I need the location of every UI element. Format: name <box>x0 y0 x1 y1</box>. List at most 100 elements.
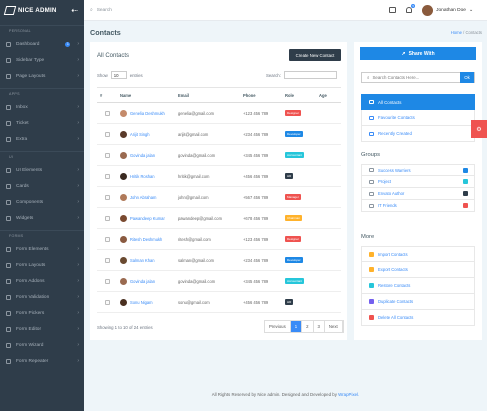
contact-name-text: Govinda jalan <box>130 152 156 158</box>
form-pickers-icon <box>6 310 11 316</box>
bell-icon[interactable]: 5 <box>406 4 416 13</box>
contact-name-text: Sonu Nigam <box>130 299 153 305</box>
row-checkbox[interactable] <box>105 131 110 137</box>
filter-recently-created[interactable]: Recently Created <box>361 126 475 142</box>
entries-select[interactable]: 10 <box>110 71 127 79</box>
table-row[interactable]: Sonu Nigam sonu@gmail.com +456 456 789 HR <box>97 291 341 313</box>
search-ok-button[interactable]: Ok <box>460 72 474 83</box>
contact-name[interactable]: Govinda jalan <box>120 151 175 159</box>
breadcrumb-current: Contacts <box>465 29 482 35</box>
contact-search-input[interactable]: ⌕ Search Contacts Here... <box>362 75 460 80</box>
table-row[interactable]: Govinda jalan govinda@gmail.com +345 456 7… <box>97 144 341 166</box>
group-it-friends[interactable]: IT Friends <box>361 200 475 212</box>
row-checkbox[interactable] <box>105 215 110 221</box>
sidebar-item-cards[interactable]: Cards › <box>0 178 84 194</box>
column-header-name[interactable]: Name <box>117 87 175 103</box>
pagination-prev[interactable]: Previous <box>265 321 291 332</box>
sidebar-item-label: Extra <box>16 136 28 142</box>
user-menu[interactable]: Jonathan Doe ⌄ <box>422 4 473 16</box>
sidebar-type-icon <box>6 57 11 63</box>
column-header-email[interactable]: Email <box>175 87 240 103</box>
more-delete-all-contacts[interactable]: Delete All Contacts <box>361 310 475 326</box>
sidebar-item-form-layouts[interactable]: Form Layouts › <box>0 257 84 273</box>
sidebar-item-form-repeater[interactable]: Form Repeater › <box>0 353 84 369</box>
contact-name[interactable]: Ritesh Deshmukh <box>120 235 175 243</box>
contact-name[interactable]: Govinda jalan <box>120 277 175 285</box>
age-cell <box>316 102 341 124</box>
column-header-role[interactable]: Role <box>282 87 316 103</box>
sidebar-item-ticket[interactable]: Ticket › <box>0 115 84 131</box>
sidebar-item-form-validation[interactable]: Form Validation › <box>0 289 84 305</box>
avatar <box>120 256 127 264</box>
row-checkbox[interactable] <box>105 194 110 200</box>
breadcrumb-home[interactable]: Home <box>451 30 462 35</box>
table-row[interactable]: Arijit Singh arijit@gmail.com +234 456 789… <box>97 123 341 145</box>
sidebar-item-sidebar-type[interactable]: Sidebar Type › <box>0 52 84 68</box>
contact-name[interactable]: Genelia Deshmukh <box>120 109 175 117</box>
sidebar-item-inbox[interactable]: Inbox › <box>0 99 84 115</box>
sidebar-item-components[interactable]: Components › <box>0 194 84 210</box>
contact-name[interactable]: Sonu Nigam <box>120 298 175 306</box>
brand[interactable]: NICE ADMIN ⇠ <box>0 0 84 21</box>
table-row[interactable]: Genelia Deshmukh genelia@gmail.com +123 45… <box>97 102 341 124</box>
row-checkbox[interactable] <box>105 236 110 242</box>
contacts-table: # Name Email Phone Role Age Genelia Deshmukh g… <box>97 87 341 313</box>
sidebar-item-widgets[interactable]: Widgets › <box>0 210 84 226</box>
sidebar-item-ui-elements[interactable]: UI Elements › <box>0 162 84 178</box>
avatar <box>120 109 127 117</box>
row-checkbox[interactable] <box>105 110 110 116</box>
group-project[interactable]: Project <box>361 176 475 188</box>
age-cell <box>316 270 341 292</box>
more-export-contacts[interactable]: Export Contacts <box>361 262 475 278</box>
table-row[interactable]: Hritik Roshan hritik@gmail.com +456 456 78… <box>97 165 341 187</box>
contact-name[interactable]: John Abraham <box>120 193 175 201</box>
row-checkbox[interactable] <box>105 278 110 284</box>
show-label: Show <box>97 72 108 78</box>
contact-name[interactable]: Hritik Roshan <box>120 172 175 180</box>
contact-name[interactable]: Pawandeep Kumar <box>120 214 175 222</box>
filter-all-contacts[interactable]: All Contacts <box>361 94 475 110</box>
contact-name[interactable]: Arijit Singh <box>120 130 175 138</box>
table-search-input[interactable] <box>283 71 337 79</box>
sidebar-item-form-addons[interactable]: Form Addons › <box>0 273 84 289</box>
sidebar-item-extra[interactable]: Extra › <box>0 131 84 147</box>
section-personal: PERSONAL <box>0 25 84 36</box>
more-import-contacts[interactable]: Import Contacts <box>361 246 475 262</box>
table-row[interactable]: Ritesh Deshmukh ritesh@gmail.com +123 456 … <box>97 228 341 250</box>
row-checkbox[interactable] <box>105 299 110 305</box>
pagination-page[interactable]: 1 <box>290 321 303 332</box>
table-row[interactable]: Salman Khan salman@gmail.com +234 456 789 D… <box>97 249 341 271</box>
create-contact-button[interactable]: Create New Contact <box>289 49 341 61</box>
row-checkbox[interactable] <box>105 173 110 179</box>
pagination-page[interactable]: 3 <box>314 321 325 332</box>
group-envato-author[interactable]: Envato Author <box>361 188 475 200</box>
sidebar-item-form-editor[interactable]: Form Editor › <box>0 321 84 337</box>
table-row[interactable]: John Abraham john@gmail.com +567 456 789 Ma… <box>97 186 341 208</box>
table-row[interactable]: Govinda jalan govinda@gmail.com +345 456 7… <box>97 270 341 292</box>
mail-icon[interactable] <box>389 7 397 13</box>
role-cell: Accountant <box>282 270 316 292</box>
pagination-next[interactable]: Next <box>325 321 343 332</box>
filter-favourite-contacts[interactable]: Favourite Contacts <box>361 110 475 126</box>
more-duplicate-contacts[interactable]: Duplicate Contacts <box>361 294 475 310</box>
sidebar-item-dashboard[interactable]: Dashboard 1 › <box>0 36 84 52</box>
column-header-age[interactable]: Age <box>316 87 341 103</box>
footer-link[interactable]: WrapPixel. <box>338 392 359 397</box>
top-search[interactable]: ⌕ Search <box>84 7 112 14</box>
sidebar-item-form-elements[interactable]: Form Elements › <box>0 241 84 257</box>
row-checkbox[interactable] <box>105 257 110 263</box>
sidebar-item-form-wizard[interactable]: Form Wizard › <box>0 337 84 353</box>
group-success-warriers[interactable]: Success Warriers <box>361 164 475 176</box>
sidebar-toggle-icon[interactable]: ⇠ <box>71 6 78 15</box>
column-header-number[interactable]: # <box>97 87 117 103</box>
sidebar-item-page-layouts[interactable]: Page Layouts › <box>0 68 84 84</box>
contact-name[interactable]: Salman Khan <box>120 256 175 264</box>
more-restore-contacts[interactable]: Restore Contacts <box>361 278 475 294</box>
sidebar-item-form-pickers[interactable]: Form Pickers › <box>0 305 84 321</box>
row-checkbox[interactable] <box>105 152 110 158</box>
settings-fab[interactable]: ⚙ <box>471 120 487 138</box>
share-with-button[interactable]: ↗ Share With <box>360 47 476 60</box>
table-row[interactable]: Pawandeep Kumar pawandeep@gmail.com +678 4… <box>97 207 341 229</box>
pagination-page[interactable]: 2 <box>302 321 314 332</box>
column-header-phone[interactable]: Phone <box>240 87 282 103</box>
